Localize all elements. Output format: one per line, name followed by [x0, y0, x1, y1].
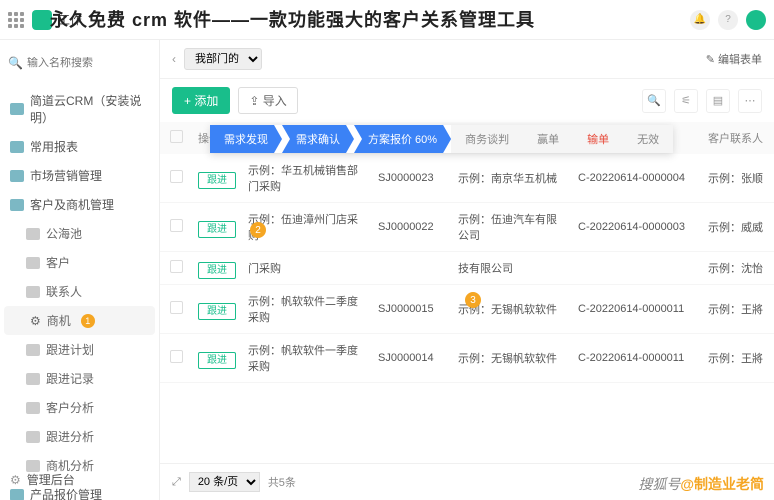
follow-button[interactable]: 跟进: [198, 352, 236, 369]
pipeline-stage[interactable]: 需求发现: [210, 125, 282, 153]
item-icon: [26, 286, 40, 298]
table-row[interactable]: 跟进示例：帆软软件一季度采购SJ0000014示例：无锡帆软软件C-202206…: [160, 334, 774, 383]
search-icon: 🔍: [8, 56, 23, 70]
pipeline-stage[interactable]: 无效: [623, 125, 673, 153]
pipeline-stage[interactable]: 商务谈判: [451, 125, 523, 153]
checkbox[interactable]: [170, 350, 183, 363]
sidebar-item-label: 简道云CRM（安装说明）: [30, 92, 149, 126]
item-icon: [26, 402, 40, 414]
item-icon: [26, 431, 40, 443]
table-row[interactable]: 跟进示例：帆软软件二季度采购SJ0000015示例：无锡帆软软件C-202206…: [160, 285, 774, 334]
avatar[interactable]: [746, 10, 766, 30]
badge-2: 2: [250, 222, 266, 238]
sidebar-item[interactable]: ⚙ 商机 1: [4, 306, 155, 335]
follow-button[interactable]: 跟进: [198, 221, 236, 238]
sidebar-item-label: 客户: [46, 254, 70, 271]
column-icon[interactable]: ▤: [706, 89, 730, 113]
table-row[interactable]: 跟进门采购技有限公司示例：沈怡赢单: [160, 252, 774, 285]
watermark: 搜狐号@制造业老简: [638, 474, 764, 494]
sidebar-item[interactable]: 跟进计划: [0, 335, 159, 364]
gear-icon: ⚙: [30, 314, 41, 328]
sidebar-item[interactable]: 公海池: [0, 219, 159, 248]
sidebar-item[interactable]: 跟进记录: [0, 364, 159, 393]
filter-icon[interactable]: ⚟: [674, 89, 698, 113]
item-icon: [26, 257, 40, 269]
sidebar-item[interactable]: 常用报表: [0, 132, 159, 161]
sidebar-item-label: 跟进记录: [46, 370, 94, 387]
sidebar-item-label: 联系人: [46, 283, 82, 300]
sidebar-item-label: 客户及商机管理: [30, 196, 114, 213]
sidebar-item[interactable]: 客户: [0, 248, 159, 277]
sidebar-item-label: 客户分析: [46, 399, 94, 416]
pipeline-stage[interactable]: 方案报价 60%: [354, 125, 451, 153]
search-action-icon[interactable]: 🔍: [642, 89, 666, 113]
import-button[interactable]: ⇪ 导入: [238, 87, 297, 114]
pagesize-select[interactable]: 20 条/页: [189, 472, 260, 492]
table-row[interactable]: 跟进示例：华五机械销售部门采购SJ0000023示例：南京华五机械C-20220…: [160, 154, 774, 203]
pipeline: 需求发现需求确认方案报价 60%商务谈判赢单输单无效: [210, 125, 673, 153]
folder-icon: [10, 170, 24, 182]
pipeline-stage[interactable]: 输单: [573, 125, 623, 153]
sidebar-item-label: 公海池: [46, 225, 82, 242]
more-icon[interactable]: ⋯: [738, 89, 762, 113]
search-input[interactable]: [27, 57, 160, 69]
folder-icon: [10, 103, 24, 115]
sidebar-item-label: 跟进计划: [46, 341, 94, 358]
follow-button[interactable]: 跟进: [198, 262, 236, 279]
checkbox-all[interactable]: [170, 130, 183, 143]
follow-button[interactable]: 跟进: [198, 172, 236, 189]
help-icon[interactable]: ?: [718, 10, 738, 30]
sidebar-item[interactable]: 跟进分析: [0, 422, 159, 451]
sidebar-item-label: 跟进分析: [46, 428, 94, 445]
sidebar-item[interactable]: 市场营销管理: [0, 161, 159, 190]
sidebar-item[interactable]: 客户及商机管理: [0, 190, 159, 219]
pipeline-stage[interactable]: 赢单: [523, 125, 573, 153]
edit-form-button[interactable]: ✎ 编辑表单: [706, 51, 762, 67]
view-select[interactable]: 我部门的: [184, 48, 262, 70]
add-button[interactable]: + 添加: [172, 87, 230, 114]
folder-icon: [10, 141, 24, 153]
checkbox[interactable]: [170, 260, 183, 273]
sidebar-item-label: 常用报表: [30, 138, 78, 155]
page-title: 永久免费 crm 软件——一款功能强大的客户关系管理工具: [50, 6, 535, 32]
sidebar: 🔍 新建 简道云CRM（安装说明）常用报表市场营销管理客户及商机管理公海池客户联…: [0, 40, 160, 500]
checkbox[interactable]: [170, 301, 183, 314]
sidebar-item[interactable]: 联系人: [0, 277, 159, 306]
sidebar-item[interactable]: 客户分析: [0, 393, 159, 422]
checkbox[interactable]: [170, 170, 183, 183]
pipeline-stage[interactable]: 需求确认: [282, 125, 354, 153]
back-icon[interactable]: ‹: [172, 52, 176, 66]
sidebar-item-label: 商机: [47, 312, 71, 329]
logo-icon: [32, 10, 52, 30]
item-icon: [26, 228, 40, 240]
badge-3: 3: [465, 292, 481, 308]
admin-link[interactable]: ⚙ 管理后台: [0, 465, 85, 494]
sidebar-item[interactable]: 简道云CRM（安装说明）: [0, 86, 159, 132]
notification-icon[interactable]: 🔔: [690, 10, 710, 30]
folder-icon: [10, 199, 24, 211]
badge-icon: 1: [81, 314, 95, 328]
item-icon: [26, 373, 40, 385]
gear-icon: ⚙: [10, 473, 21, 487]
expand-icon[interactable]: ⤢: [172, 476, 181, 489]
sidebar-item-label: 市场营销管理: [30, 167, 102, 184]
checkbox[interactable]: [170, 219, 183, 232]
item-icon: [26, 344, 40, 356]
follow-button[interactable]: 跟进: [198, 303, 236, 320]
total-count: 共5条: [268, 474, 296, 490]
apps-icon[interactable]: [8, 12, 24, 28]
